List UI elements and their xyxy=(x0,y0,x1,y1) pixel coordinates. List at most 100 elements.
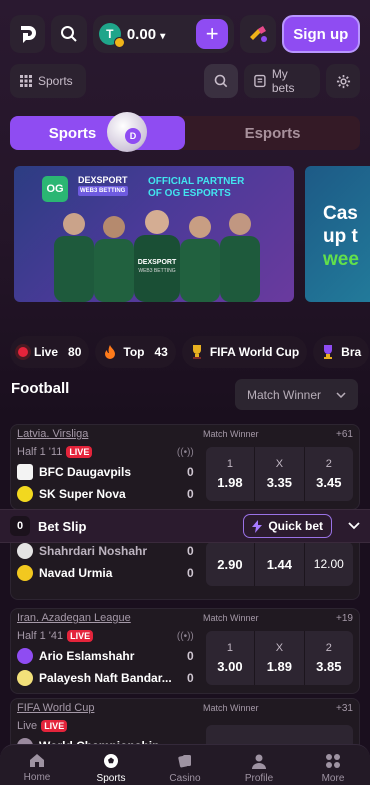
og-logo: OG xyxy=(42,176,68,202)
user-icon xyxy=(252,754,266,769)
chip-live[interactable]: Live 80 xyxy=(10,336,90,368)
nav-more[interactable]: More xyxy=(296,745,370,785)
broadcast-icon: ((•)) xyxy=(176,630,194,642)
sports-menu-button[interactable]: Sports xyxy=(10,64,86,98)
settings-button[interactable] xyxy=(326,64,360,98)
chip-top[interactable]: Top 43 xyxy=(95,336,176,368)
top-bar: T 0.00 ▾ + Sign up xyxy=(0,0,370,58)
league-link[interactable]: Iran. Azadegan League xyxy=(17,612,203,624)
odd-button-x[interactable]: X 3.35 xyxy=(255,447,305,501)
odd-button-1[interactable]: 2.90 xyxy=(206,542,256,586)
broadcast-icon: ((•)) xyxy=(176,446,194,458)
odds-group: 1 1.98 X 3.35 2 3.45 xyxy=(205,447,353,501)
odd-button-x[interactable]: X 1.89 xyxy=(255,631,305,685)
market-label: Match Winner xyxy=(203,429,259,439)
promo-button[interactable] xyxy=(240,15,276,53)
market-select[interactable]: Match Winner xyxy=(235,379,358,410)
team-logo xyxy=(17,486,33,502)
lightning-icon xyxy=(252,519,263,533)
category-chips: Live 80 Top 43 FIFA World Cup Bra xyxy=(10,336,370,368)
chip-fifa-world-cup[interactable]: FIFA World Cup xyxy=(181,336,308,368)
odd-button-2[interactable]: 2 3.45 xyxy=(305,447,353,501)
banner-headline: OFFICIAL PARTNER OF OG ESPORTS xyxy=(148,176,245,199)
live-badge: LIVE xyxy=(66,446,93,458)
search-events-button[interactable] xyxy=(204,64,238,98)
search-icon xyxy=(214,74,228,88)
chip-live-count: 80 xyxy=(68,345,82,359)
more-markets[interactable]: +61 xyxy=(336,429,353,440)
team-row: Palayesh Naft Bandar... 0 xyxy=(17,667,194,689)
team-logo xyxy=(17,648,33,664)
team-row: Ario Eslamshahr 0 xyxy=(17,645,194,667)
search-button[interactable] xyxy=(51,15,87,53)
bottom-nav: Home Sports Casino Profile More xyxy=(0,744,370,785)
odd-button-1[interactable]: 1 1.98 xyxy=(206,447,256,501)
chip-brazil[interactable]: Bra xyxy=(313,336,370,368)
bet-slip-count: 0 xyxy=(10,516,30,536)
league-link[interactable]: FIFA World Cup xyxy=(17,702,203,714)
market-select-value: Match Winner xyxy=(247,387,322,402)
promo-banner-casino[interactable]: Cas up t wee xyxy=(305,166,370,302)
tab-esports[interactable]: Esports xyxy=(185,116,360,150)
match-card[interactable]: Shahrdari Noshahr 0 Navad Urmia 0 2.90 1… xyxy=(10,540,360,600)
nav-profile[interactable]: Profile xyxy=(222,745,296,785)
match-status: Half 1 '11 LIVE ((•)) xyxy=(17,446,194,458)
team-logo xyxy=(17,464,33,480)
deposit-plus-button[interactable]: + xyxy=(196,19,229,49)
team-row: SK Super Nova 0 xyxy=(17,483,194,505)
bet-slip-title: Bet Slip xyxy=(38,518,87,534)
team-row: BFC Daugavpils 0 xyxy=(17,461,194,483)
cards-icon xyxy=(178,755,191,768)
svg-text:DEXSPORT: DEXSPORT xyxy=(138,259,177,266)
chevron-down-icon[interactable] xyxy=(348,522,360,530)
sports-menu-label: Sports xyxy=(38,74,73,88)
odd-button-x[interactable]: 1.44 xyxy=(255,542,305,586)
market-label: Match Winner xyxy=(203,703,259,713)
promo-banner-og[interactable]: OG DEXSPORT WEB3 BETTING OFFICIAL PARTNE… xyxy=(14,166,294,302)
odd-button-2[interactable]: 2 3.85 xyxy=(305,631,353,685)
team-row: Navad Urmia 0 xyxy=(17,562,194,584)
brazil-icon xyxy=(324,345,333,359)
team-logo xyxy=(17,565,33,581)
dexsport-logo[interactable] xyxy=(10,15,46,53)
balance-widget[interactable]: T 0.00 ▾ + xyxy=(92,15,235,53)
odd-button-2[interactable]: 12.00 xyxy=(305,542,353,586)
bet-slip-bar[interactable]: 0 Bet Slip Quick bet xyxy=(0,509,370,543)
match-card[interactable]: Iran. Azadegan League Match Winner +19 H… xyxy=(10,608,360,694)
match-header: Iran. Azadegan League Match Winner +19 xyxy=(11,609,359,627)
team-logo xyxy=(17,543,33,559)
chip-top-label: Top xyxy=(123,345,145,359)
market-label: Match Winner xyxy=(203,613,259,623)
usdt-coin-icon: T xyxy=(98,23,125,48)
promo-gift-icon xyxy=(249,26,267,42)
grid-icon xyxy=(20,75,32,87)
chevron-down-icon xyxy=(336,391,346,398)
my-bets-label: My bets xyxy=(271,67,295,95)
ticket-icon xyxy=(254,74,266,88)
nav-home[interactable]: Home xyxy=(0,745,74,785)
team-row: Shahrdari Noshahr 0 xyxy=(17,540,194,562)
nav-casino[interactable]: Casino xyxy=(148,745,222,785)
more-markets[interactable]: +31 xyxy=(336,703,353,714)
fire-icon xyxy=(105,345,116,359)
match-header: FIFA World Cup Match Winner +31 xyxy=(11,699,359,717)
dots-grid-icon xyxy=(326,754,340,768)
live-dot-icon xyxy=(18,347,28,357)
chip-fifa-label: FIFA World Cup xyxy=(209,345,300,359)
more-markets[interactable]: +19 xyxy=(336,613,353,624)
my-bets-button[interactable]: My bets xyxy=(244,64,320,98)
tab-sports-label: Sports xyxy=(48,124,97,142)
tab-sports[interactable]: Sports D xyxy=(10,112,185,152)
quick-bet-button[interactable]: Quick bet xyxy=(243,514,332,538)
signup-button[interactable]: Sign up xyxy=(281,15,360,53)
live-badge: LIVE xyxy=(41,720,68,732)
odd-button-1[interactable]: 1 3.00 xyxy=(206,631,256,685)
league-link[interactable]: Latvia. Virsliga xyxy=(17,428,203,440)
section-title: Football xyxy=(11,380,70,397)
match-card[interactable]: Latvia. Virsliga Match Winner +61 Half 1… xyxy=(10,424,360,510)
banner2-text: Cas up t wee xyxy=(323,203,359,270)
chip-top-count: 43 xyxy=(154,345,168,359)
chip-live-label: Live xyxy=(34,345,59,359)
nav-sports[interactable]: Sports xyxy=(74,745,148,785)
team-logo xyxy=(17,670,33,686)
